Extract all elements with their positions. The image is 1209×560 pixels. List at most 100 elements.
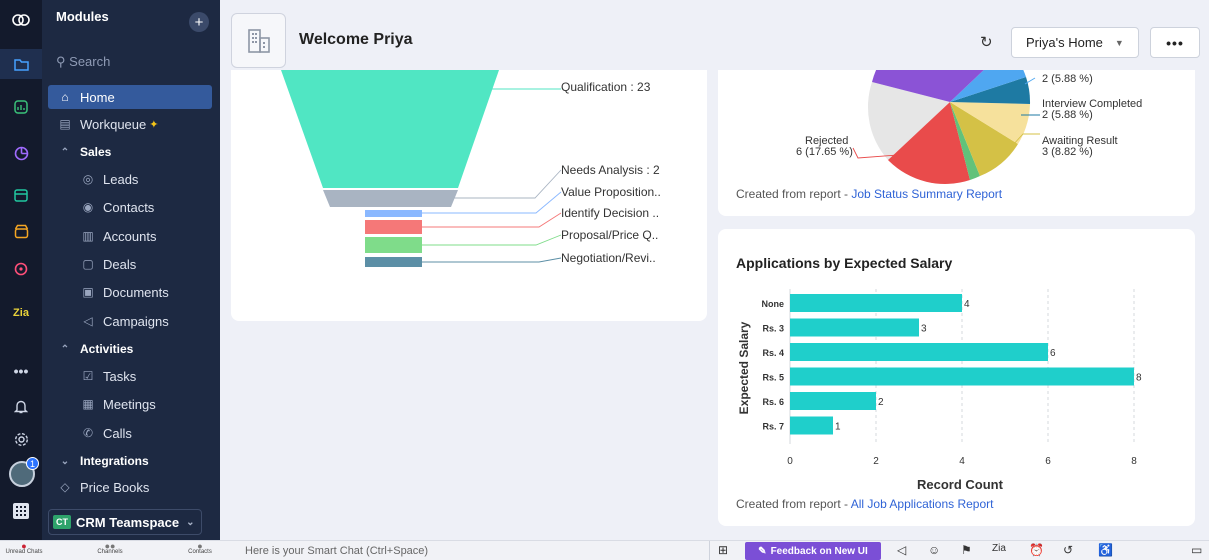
report-source-prefix: Created from report - <box>736 497 851 511</box>
data-label: 6 <box>1050 348 1056 359</box>
bottom-bar: ● Unread Chats ●● Channels ● Contacts He… <box>0 540 1209 560</box>
store-icon[interactable] <box>0 216 42 246</box>
add-module-button[interactable]: + <box>189 12 209 32</box>
sidebar-item-leads[interactable]: ◎ Leads <box>42 167 220 191</box>
contacts-icon: ◉ <box>82 200 94 214</box>
y-tick-label: Rs. 7 <box>762 422 784 432</box>
refresh-icon[interactable]: ↻ <box>980 33 993 51</box>
workqueue-icon: ▤ <box>59 117 71 131</box>
accessibility-icon[interactable]: ♿ <box>1098 543 1113 557</box>
sidebar-item-campaigns[interactable]: ◁ Campaigns <box>42 309 220 333</box>
bar <box>790 294 962 312</box>
modules-title: Modules <box>56 9 109 24</box>
section-label: Integrations <box>80 454 149 468</box>
contacts[interactable]: ● Contacts <box>180 541 220 560</box>
x-axis-title: Record Count <box>917 477 1004 492</box>
funnel-stage-value-proposition <box>365 210 422 217</box>
funnel-label: Needs Analysis : 2 <box>561 163 660 177</box>
folder-icon[interactable] <box>0 49 42 79</box>
announcement-icon[interactable]: ◁ <box>897 543 906 557</box>
avatar[interactable]: 1 <box>9 457 39 487</box>
funnel-stage-needs-analysis <box>323 190 458 207</box>
page-title: Welcome Priya <box>299 31 413 48</box>
pie-chart-icon[interactable] <box>0 138 42 168</box>
zia-icon[interactable]: Zia <box>0 298 42 328</box>
x-tick-label: 8 <box>1131 456 1137 467</box>
app-rail: Zia ••• 1 <box>0 0 42 540</box>
y-tick-label: Rs. 5 <box>762 373 784 383</box>
report-link[interactable]: Job Status Summary Report <box>851 187 1002 201</box>
bell-icon[interactable] <box>0 391 42 421</box>
y-axis-title: Expected Salary <box>737 321 751 414</box>
unread-chats[interactable]: ● Unread Chats <box>4 541 44 560</box>
funnel-chart: Qualification : 23 Needs Analysis : 2 Va… <box>281 70 661 267</box>
flag-icon[interactable]: ⚑ <box>961 543 972 557</box>
sidebar-item-label: Contacts <box>103 199 155 215</box>
notes-icon[interactable]: ▭ <box>1191 543 1202 557</box>
zia-label: Zia <box>13 307 29 319</box>
report-link[interactable]: All Job Applications Report <box>851 497 994 511</box>
sidebar-item-deals[interactable]: ▢ Deals <box>42 252 220 276</box>
sidebar-item-price-books[interactable]: ◇ Price Books <box>42 475 220 499</box>
sidebar-section-activities[interactable]: ⌃ Activities <box>42 337 220 361</box>
sidebar-item-contacts[interactable]: ◉ Contacts <box>42 195 220 219</box>
translate-icon[interactable]: ⊞ <box>718 543 728 557</box>
accounts-icon: ▥ <box>82 229 94 243</box>
more-options-button[interactable]: ••• <box>1150 27 1200 58</box>
sidebar-item-documents[interactable]: ▣ Documents <box>42 280 220 304</box>
campaigns-icon: ◁ <box>83 314 93 328</box>
teamspace-selector[interactable]: CT CRM Teamspace ⌄ <box>48 509 202 535</box>
data-label: 1 <box>835 422 841 433</box>
deals-icon: ▢ <box>82 257 94 271</box>
channels[interactable]: ●● Channels <box>90 541 130 560</box>
sidebar-item-label: Tasks <box>103 368 137 384</box>
funnel-label: Proposal/Price Q.. <box>561 228 658 242</box>
sidebar-item-accounts[interactable]: ▥ Accounts <box>42 224 220 248</box>
calendar-edit-icon[interactable] <box>0 180 42 210</box>
edit-icon: ✎ <box>758 545 767 557</box>
sidebar-search[interactable]: ⚲ Search <box>56 54 110 70</box>
sidebar-item-label: Calls <box>103 425 132 441</box>
report-source: Created from report - All Job Applicatio… <box>736 497 993 511</box>
x-tick-label: 4 <box>959 456 965 467</box>
unread-chats-label: Unread Chats <box>5 549 43 555</box>
more-dots-icon[interactable]: ••• <box>0 356 42 386</box>
sidebar-section-integrations[interactable]: ⌄ Integrations <box>42 449 220 473</box>
sidebar-item-label: Documents <box>103 284 169 300</box>
funnel-label: Value Proposition.. <box>561 185 661 199</box>
zoho-logo-icon[interactable] <box>0 5 42 35</box>
sidebar-item-label: Deals <box>103 256 137 272</box>
zia-bottom-icon[interactable]: Zia <box>992 543 1006 554</box>
grid-icon[interactable] <box>0 496 42 526</box>
sidebar-item-label: Price Books <box>80 479 150 495</box>
sidebar-item-label: Workqueue <box>80 116 147 132</box>
sidebar-item-meetings[interactable]: ▦ Meetings <box>42 392 220 416</box>
page-header: Welcome Priya ↻ Priya's Home ▼ ••• <box>220 0 1209 70</box>
sidebar-item-label: Accounts <box>103 228 157 244</box>
sidebar-item-home[interactable]: ⌂ Home <box>48 85 212 109</box>
funnel-label: Negotiation/Revi.. <box>561 251 656 265</box>
tag-icon: ◇ <box>60 480 70 494</box>
funnel-stage-qualification <box>281 70 499 188</box>
feedback-button[interactable]: ✎ Feedback on New UI <box>745 542 881 560</box>
sidebar-item-calls[interactable]: ✆ Calls <box>42 421 220 445</box>
home-icon: ⌂ <box>61 90 69 104</box>
search-placeholder: Search <box>69 54 111 69</box>
sidebar-item-workqueue[interactable]: ▤ Workqueue ✦ <box>42 112 220 136</box>
tasks-icon: ☑ <box>82 369 94 383</box>
smile-icon[interactable]: ☺ <box>928 543 940 557</box>
search-magnify-icon[interactable] <box>0 254 42 284</box>
smart-chat-input[interactable]: Here is your Smart Chat (Ctrl+Space) <box>245 545 428 557</box>
modules-sidebar: Modules + ⚲ Search ⌂ Home ▤ Workqueue ✦ ⌃ Sa… <box>42 0 220 540</box>
settings-icon[interactable] <box>0 424 42 454</box>
sidebar-item-tasks[interactable]: ☑ Tasks <box>42 364 220 388</box>
analytics-icon[interactable] <box>0 92 42 122</box>
sidebar-section-sales[interactable]: ⌃ Sales <box>42 140 220 164</box>
job-status-pie-card: 2 (5.88 %) Interview Completed 2 (5.88 %… <box>718 70 1195 216</box>
home-view-select[interactable]: Priya's Home ▼ <box>1011 27 1139 58</box>
history-icon[interactable]: ↺ <box>1063 543 1073 557</box>
channels-label: Channels <box>97 549 123 555</box>
pie-label-top: 2 (5.88 %) <box>1042 73 1093 85</box>
sidebar-item-label: Leads <box>103 171 139 187</box>
alarm-icon[interactable]: ⏰ <box>1029 543 1044 557</box>
